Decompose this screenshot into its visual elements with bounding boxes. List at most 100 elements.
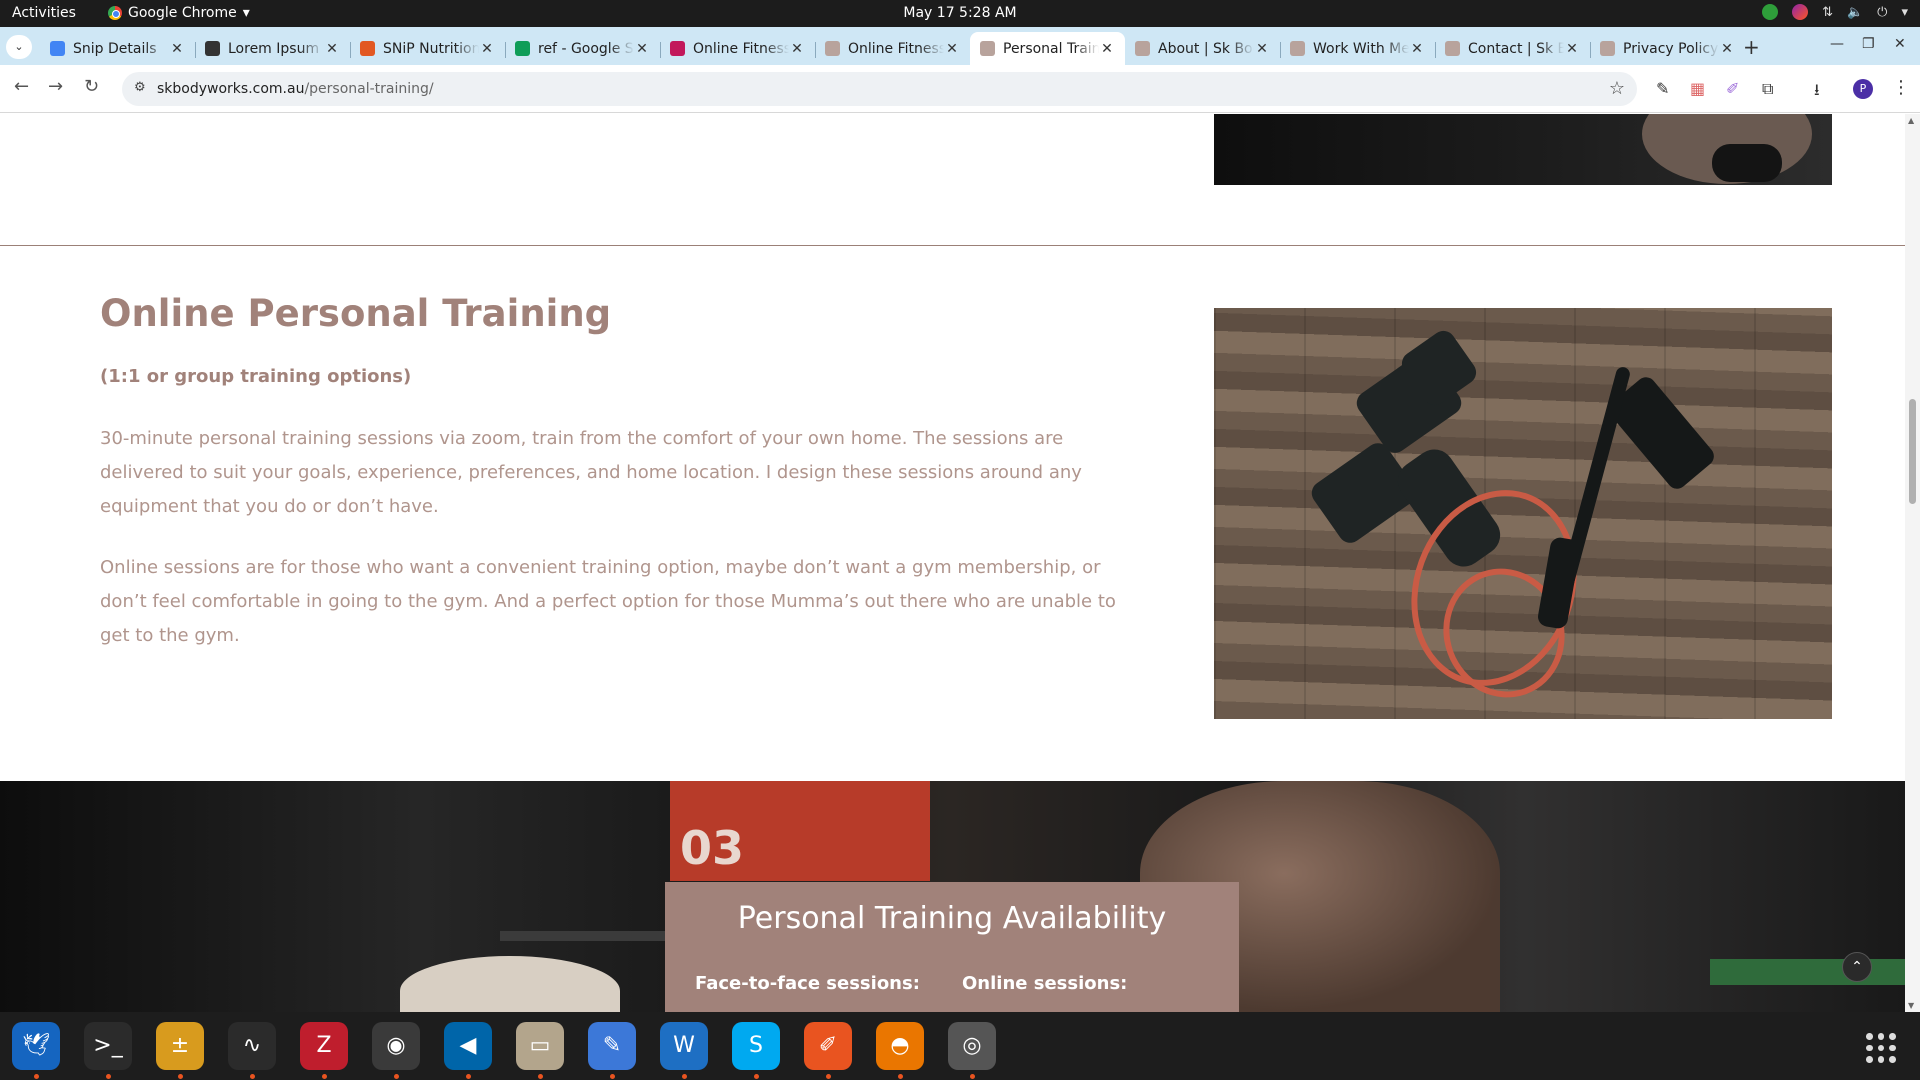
clock[interactable]: May 17 5:28 AM bbox=[0, 5, 1920, 21]
minimize-button[interactable]: — bbox=[1830, 36, 1844, 52]
tab-title: Privacy Policy bbox=[1623, 40, 1719, 57]
tab-7[interactable]: Personal Training✕ bbox=[970, 32, 1125, 65]
tab-title: Snip Details bbox=[73, 40, 157, 57]
system-top-bar: Activities Google Chrome ▾ May 17 5:28 A… bbox=[0, 0, 1920, 27]
forward-button[interactable]: → bbox=[48, 76, 63, 97]
update-icon[interactable] bbox=[1762, 4, 1779, 20]
section-heading: Online Personal Training bbox=[100, 292, 612, 335]
sk-icon bbox=[1135, 41, 1150, 56]
tab-6[interactable]: Online Fitness ✕ bbox=[815, 32, 970, 65]
extension-icon[interactable]: ▦ bbox=[1690, 79, 1705, 98]
tab-4[interactable]: ref - Google Sheets✕ bbox=[505, 32, 660, 65]
calculator-icon[interactable]: ± bbox=[156, 1022, 204, 1070]
url-text[interactable]: skbodyworks.com.au/personal-training/ bbox=[157, 81, 434, 97]
tab-search-button[interactable]: ⌄ bbox=[6, 35, 32, 59]
extension-icon[interactable] bbox=[1792, 4, 1809, 20]
paragraph-sessions: 30-minute personal training sessions via… bbox=[100, 428, 1082, 517]
chevron-down-icon[interactable]: ▾ bbox=[1901, 5, 1908, 20]
thunderbird-icon[interactable]: 🕊 bbox=[12, 1022, 60, 1070]
close-tab-icon[interactable]: ✕ bbox=[1564, 41, 1580, 57]
close-tab-icon[interactable]: ✕ bbox=[1409, 41, 1425, 57]
power-icon[interactable]: ⏻ bbox=[1877, 5, 1887, 20]
tab-11[interactable]: Privacy Policy ✕ bbox=[1590, 32, 1745, 65]
skype-icon[interactable]: S bbox=[732, 1022, 780, 1070]
show-apps-icon[interactable] bbox=[1866, 1033, 1896, 1063]
chrome-icon[interactable]: ◉ bbox=[372, 1022, 420, 1070]
scrollbar-thumb[interactable] bbox=[1909, 399, 1916, 504]
face-to-face-heading: Face-to-face sessions: bbox=[695, 973, 920, 994]
new-tab-button[interactable]: + bbox=[1743, 35, 1760, 59]
system-monitor-icon[interactable]: ∿ bbox=[228, 1022, 276, 1070]
close-tab-icon[interactable]: ✕ bbox=[479, 41, 495, 57]
text-editor-icon[interactable]: ✎ bbox=[588, 1022, 636, 1070]
terminal-icon[interactable]: >_ bbox=[84, 1022, 132, 1070]
bookmark-star-icon[interactable]: ☆ bbox=[1609, 78, 1625, 99]
eyedropper-extension-icon[interactable]: ✎ bbox=[1656, 79, 1669, 98]
close-tab-icon[interactable]: ✕ bbox=[789, 41, 805, 57]
close-tab-icon[interactable]: ✕ bbox=[1099, 41, 1115, 57]
system-tray[interactable]: ⇅ 🔈 ⏻ ▾ bbox=[1762, 4, 1908, 20]
tab-10[interactable]: Contact | Sk Bodyworks✕ bbox=[1435, 32, 1590, 65]
running-indicator bbox=[34, 1074, 39, 1079]
close-tab-icon[interactable]: ✕ bbox=[634, 41, 650, 57]
running-indicator bbox=[610, 1074, 615, 1079]
running-indicator bbox=[106, 1074, 111, 1079]
tab-strip: ⌄ Snip Details ✕ Lorem Ipsum ✕ SNiP Nutritio… bbox=[0, 27, 1920, 65]
reload-button[interactable]: ↻ bbox=[84, 76, 99, 97]
filezilla-icon[interactable]: Z bbox=[300, 1022, 348, 1070]
tab-3[interactable]: SNiP Nutrition ✕ bbox=[350, 32, 505, 65]
snip-icon bbox=[360, 41, 375, 56]
running-indicator bbox=[754, 1074, 759, 1079]
tab-title: Online Fitness bbox=[693, 40, 789, 57]
scroll-down-arrow[interactable]: ▼ bbox=[1908, 1001, 1914, 1010]
running-indicator bbox=[682, 1074, 687, 1079]
sk-icon bbox=[825, 41, 840, 56]
tab-title: Online Fitness bbox=[848, 40, 944, 57]
docs-icon bbox=[50, 41, 65, 56]
tab-5[interactable]: Online Fitness ✕ bbox=[660, 32, 815, 65]
page-viewport: Online Personal Training (1:1 or group t… bbox=[0, 114, 1905, 1012]
restore-button[interactable]: ❐ bbox=[1862, 36, 1875, 52]
back-button[interactable]: ← bbox=[14, 76, 29, 97]
tab-title: Contact | Sk Bodyworks bbox=[1468, 40, 1564, 57]
files-icon[interactable]: ▭ bbox=[516, 1022, 564, 1070]
volume-icon[interactable]: 🔈 bbox=[1847, 5, 1863, 20]
close-tab-icon[interactable]: ✕ bbox=[944, 41, 960, 57]
extensions-puzzle-icon[interactable]: ⧉ bbox=[1762, 79, 1773, 99]
address-bar[interactable]: ⚙ skbodyworks.com.au/personal-training/ … bbox=[122, 72, 1637, 106]
tab-title: ref - Google Sheets bbox=[538, 40, 634, 57]
disk-icon[interactable]: ◎ bbox=[948, 1022, 996, 1070]
site-info-icon[interactable]: ⚙ bbox=[134, 80, 146, 95]
profile-avatar[interactable]: P bbox=[1853, 79, 1873, 99]
running-indicator bbox=[826, 1074, 831, 1079]
tab-9[interactable]: Work With Me ✕ bbox=[1280, 32, 1435, 65]
running-indicator bbox=[322, 1074, 327, 1079]
libreoffice-writer-icon[interactable]: W bbox=[660, 1022, 708, 1070]
download-icon[interactable]: ⭳ bbox=[1814, 79, 1820, 106]
sk-icon bbox=[1600, 41, 1615, 56]
scroll-up-arrow[interactable]: ▲ bbox=[1908, 116, 1914, 125]
scroll-to-top-button[interactable]: ⌃ bbox=[1842, 952, 1872, 982]
menu-kebab-icon[interactable]: ⋮ bbox=[1892, 77, 1910, 98]
tab-2[interactable]: Lorem Ipsum ✕ bbox=[195, 32, 350, 65]
pen-extension-icon[interactable]: ✐ bbox=[1726, 79, 1739, 98]
sk-icon bbox=[1290, 41, 1305, 56]
section-divider bbox=[0, 245, 1905, 246]
blender-icon[interactable]: ◓ bbox=[876, 1022, 924, 1070]
close-tab-icon[interactable]: ✕ bbox=[169, 41, 185, 57]
vscode-icon[interactable]: ◀ bbox=[444, 1022, 492, 1070]
running-indicator bbox=[466, 1074, 471, 1079]
close-tab-icon[interactable]: ✕ bbox=[1254, 41, 1270, 57]
running-indicator bbox=[898, 1074, 903, 1079]
sk-icon bbox=[1445, 41, 1460, 56]
page-scrollbar[interactable]: ▲ ▼ bbox=[1905, 114, 1920, 1012]
tab-title: About | Sk Bodyworks bbox=[1158, 40, 1254, 57]
network-icon[interactable]: ⇅ bbox=[1822, 5, 1833, 20]
close-window-button[interactable]: ✕ bbox=[1894, 36, 1906, 52]
close-tab-icon[interactable]: ✕ bbox=[324, 41, 340, 57]
tab-1[interactable]: Snip Details ✕ bbox=[40, 32, 195, 65]
tab-8[interactable]: About | Sk Bodyworks✕ bbox=[1125, 32, 1280, 65]
dock: 🕊 >_ ± ∿ Z ◉ ◀ ▭ ✎ W S ✐ ◓ ◎ bbox=[0, 1012, 1920, 1080]
close-tab-icon[interactable]: ✕ bbox=[1719, 41, 1735, 57]
inkscape-icon[interactable]: ✐ bbox=[804, 1022, 852, 1070]
